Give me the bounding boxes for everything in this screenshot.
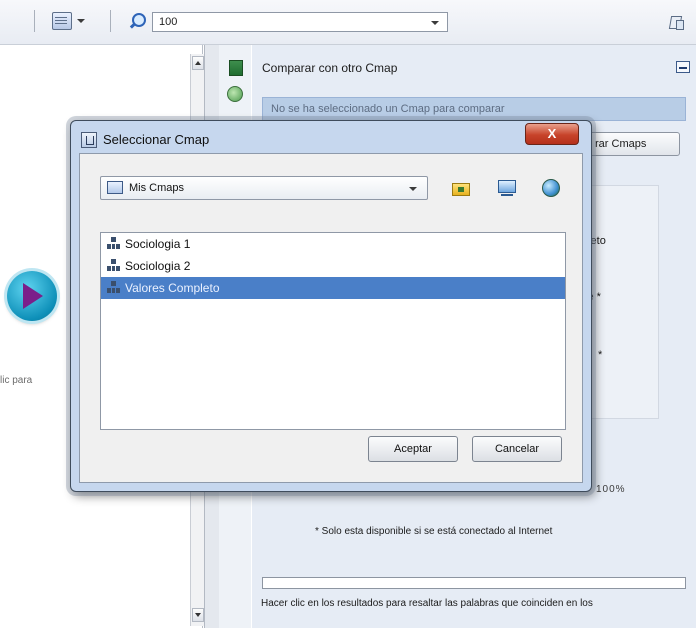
- cmap-file-icon: [107, 237, 120, 250]
- cmap-app-icon: [81, 132, 97, 148]
- toolbar-separator: [110, 10, 111, 32]
- close-button[interactable]: X: [525, 123, 579, 145]
- zoom-level-value: 100: [159, 16, 178, 28]
- view-options-icon: [52, 12, 72, 30]
- select-cmaps-button[interactable]: rar Cmaps: [578, 132, 680, 156]
- scroll-down-icon[interactable]: [192, 608, 204, 622]
- cmap-file-icon: [107, 259, 120, 272]
- dialog-body: Mis Cmaps Sociologia 1 Sociologia 2 Valo…: [79, 153, 583, 483]
- book-icon[interactable]: [229, 60, 243, 76]
- computer-icon: [107, 181, 123, 194]
- location-value: Mis Cmaps: [129, 182, 185, 194]
- list-item[interactable]: Sociologia 1: [101, 233, 565, 255]
- compare-panel-header: Comparar con otro Cmap: [252, 55, 696, 87]
- accept-button[interactable]: Aceptar: [368, 436, 458, 462]
- list-item[interactable]: Sociologia 2: [101, 255, 565, 277]
- top-toolbar: 100: [0, 0, 696, 45]
- results-hint: Hacer clic en los resultados para resalt…: [261, 598, 593, 609]
- zoom-button[interactable]: [128, 10, 146, 32]
- compare-status-bar: No se ha seleccionado un Cmap para compa…: [262, 97, 686, 121]
- chevron-down-icon: [77, 19, 85, 23]
- view-options-button[interactable]: [52, 10, 85, 32]
- option-label[interactable]: *: [598, 349, 602, 361]
- left-partial-text: lic para: [0, 375, 33, 386]
- folder-up-icon[interactable]: [452, 179, 470, 197]
- zoom-level-select[interactable]: 100: [152, 12, 448, 32]
- scroll-up-icon[interactable]: [192, 56, 204, 70]
- network-icon[interactable]: [227, 86, 243, 102]
- dialog-titlebar[interactable]: Seleccionar Cmap X: [71, 121, 591, 155]
- list-item-label: Valores Completo: [125, 281, 220, 295]
- location-dropdown[interactable]: Mis Cmaps: [100, 176, 428, 200]
- zoom-icon: [128, 12, 146, 30]
- toolbar-separator: [34, 10, 35, 32]
- list-item-label: Sociologia 1: [125, 237, 191, 251]
- list-item-label: Sociologia 2: [125, 259, 191, 273]
- globe-icon[interactable]: [542, 179, 560, 197]
- cmap-file-list[interactable]: Sociologia 1 Sociologia 2 Valores Comple…: [100, 232, 566, 430]
- scale-label: 100%: [596, 484, 626, 495]
- internet-note: * Solo esta disponible si se está conect…: [315, 526, 553, 537]
- my-computer-icon[interactable]: [498, 179, 516, 197]
- toolbar-right-icon[interactable]: [668, 14, 684, 30]
- collapse-icon[interactable]: [676, 61, 690, 73]
- dialog-title: Seleccionar Cmap: [103, 132, 210, 147]
- chevron-down-icon[interactable]: [431, 21, 439, 25]
- compare-panel-title: Comparar con otro Cmap: [262, 61, 398, 75]
- cmap-file-icon: [107, 281, 120, 294]
- cancel-button[interactable]: Cancelar: [472, 436, 562, 462]
- play-icon[interactable]: [7, 271, 57, 321]
- results-field[interactable]: [262, 577, 686, 589]
- chevron-down-icon: [409, 187, 417, 191]
- list-item-selected[interactable]: Valores Completo: [101, 277, 565, 299]
- select-cmap-dialog: Seleccionar Cmap X Mis Cmaps Sociologia …: [70, 120, 592, 492]
